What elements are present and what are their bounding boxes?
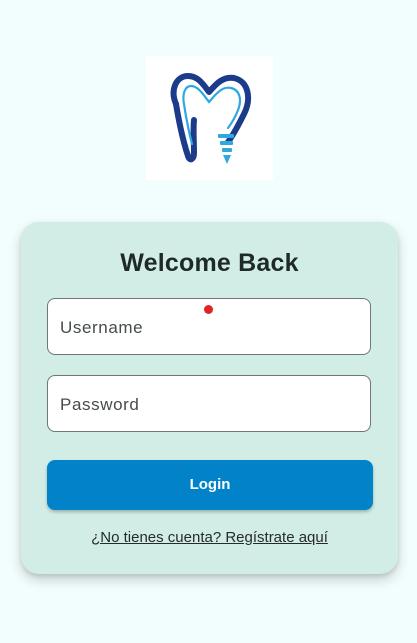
tooth-implant-icon [170,73,252,164]
password-field[interactable]: Password [47,375,371,432]
welcome-title: Welcome Back [120,249,299,277]
login-button[interactable]: Login [47,460,373,510]
password-placeholder: Password [60,395,140,414]
register-link[interactable]: ¿No tienes cuenta? Regístrate aquí [21,529,398,546]
login-card: Welcome Back Username Password Login ¿No… [21,222,398,574]
username-placeholder: Username [60,318,144,337]
pointer-indicator [204,305,213,314]
login-screen: { "colors": { "page_background": "#f2fdf… [0,0,417,643]
app-logo [146,56,273,180]
